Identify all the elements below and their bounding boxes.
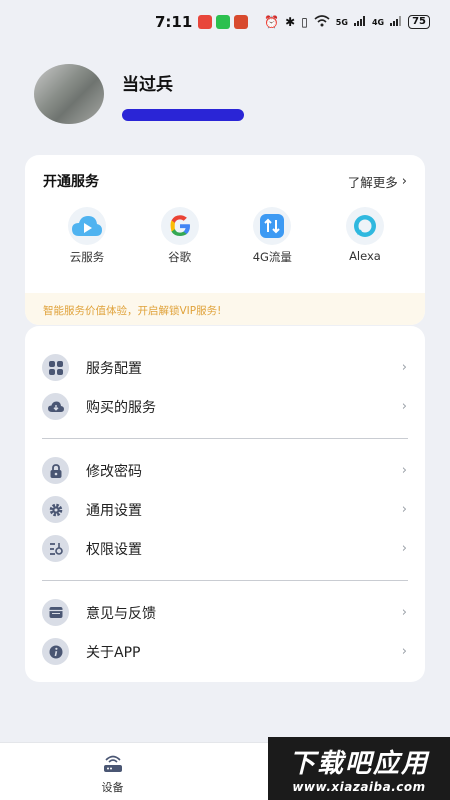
watermark-logo: 下载吧应用 www.xiazaiba.com (268, 737, 450, 800)
menu-item-general-settings[interactable]: 通用设置 › (25, 490, 425, 529)
menu-label: 通用设置 (86, 502, 142, 519)
lock-icon (42, 457, 69, 484)
menu-label: 权限设置 (86, 541, 142, 558)
profile-header[interactable]: 当过兵 (34, 64, 244, 124)
gear-icon (42, 496, 69, 523)
chevron-right-icon: › (401, 173, 407, 189)
menu-label: 意见与反馈 (86, 605, 156, 622)
menu-label: 关于APP (86, 644, 141, 661)
service-label: 4G流量 (252, 250, 292, 264)
chevron-right-icon: › (401, 644, 407, 659)
avatar[interactable] (34, 64, 104, 124)
notification-app-icon (198, 15, 213, 29)
alarm-icon: ⏰ (264, 15, 280, 29)
grid-icon (42, 354, 69, 381)
service-google[interactable]: 谷歌 (140, 207, 220, 265)
service-label: Alexa (349, 249, 381, 263)
feedback-icon (42, 599, 69, 626)
menu-item-permission-settings[interactable]: 权限设置 › (25, 529, 425, 568)
tab-devices-label: 设备 (101, 781, 124, 794)
cloud-download-icon (42, 393, 69, 420)
bluetooth-icon: ✱ (285, 15, 296, 29)
redacted-account-scribble (122, 109, 244, 121)
status-indicators: ⏰ ✱ ▯ 5G 4G 75 (264, 14, 430, 30)
learn-more-label: 了解更多 (347, 174, 398, 190)
service-alexa[interactable]: Alexa (325, 207, 405, 265)
service-4g-data[interactable]: 4G流量 (232, 207, 312, 265)
permission-icon (42, 535, 69, 562)
battery-indicator: 75 (408, 15, 430, 29)
menu-label: 购买的服务 (86, 399, 156, 416)
wechat-icon (216, 15, 231, 29)
vibrate-icon: ▯ (301, 15, 308, 29)
alexa-icon (345, 207, 384, 245)
data-4g-icon (253, 207, 292, 245)
divider (42, 438, 408, 439)
watermark-title: 下载吧应用 (288, 749, 429, 779)
divider (42, 580, 408, 581)
network-5g-label: 5G (335, 17, 348, 27)
menu-label: 服务配置 (86, 360, 142, 377)
info-icon (42, 638, 69, 665)
chevron-right-icon: › (401, 463, 407, 478)
status-time: 7:11 (155, 13, 193, 31)
menu-item-about-app[interactable]: 关于APP › (25, 632, 425, 671)
signal-icon (390, 15, 402, 29)
chevron-right-icon: › (401, 605, 407, 620)
chevron-right-icon: › (401, 360, 407, 375)
status-bar: 7:11 ⏰ ✱ ▯ 5G 4G 75 (0, 0, 450, 44)
settings-menu-card: 服务配置 › 购买的服务 › 修改密码 › 通用设置 › 权限设置 › 意见与反… (25, 326, 425, 682)
menu-item-change-password[interactable]: 修改密码 › (25, 451, 425, 490)
menu-item-feedback[interactable]: 意见与反馈 › (25, 593, 425, 632)
wifi-icon (314, 14, 330, 30)
chevron-right-icon: › (401, 541, 407, 556)
menu-label: 修改密码 (86, 463, 142, 480)
username: 当过兵 (122, 75, 173, 95)
google-icon (160, 207, 199, 245)
watermark-url: www.xiazaiba.com (292, 780, 426, 794)
vip-promo-banner[interactable]: 智能服务价值体验，开启解锁VIP服务! (25, 293, 425, 325)
menu-item-service-config[interactable]: 服务配置 › (25, 348, 425, 387)
learn-more-link[interactable]: 了解更多 › (348, 172, 407, 191)
service-label: 云服务 (69, 250, 105, 264)
tab-devices[interactable]: 设备 (0, 743, 225, 800)
cloud-play-icon (68, 207, 106, 245)
service-card: 开通服务 了解更多 › 云服务 谷歌 4G流量 Alexa 智能服务价值体验，开… (25, 155, 425, 325)
menu-item-purchased-services[interactable]: 购买的服务 › (25, 387, 425, 426)
signal-icon (353, 15, 366, 29)
service-label: 谷歌 (168, 250, 192, 264)
chevron-right-icon: › (401, 502, 407, 517)
service-card-title: 开通服务 (43, 174, 99, 190)
notification-app-icon (234, 15, 249, 29)
router-icon (101, 753, 125, 777)
chevron-right-icon: › (401, 399, 407, 414)
network-4g-label: 4G (371, 17, 385, 27)
service-cloud[interactable]: 云服务 (47, 207, 127, 265)
